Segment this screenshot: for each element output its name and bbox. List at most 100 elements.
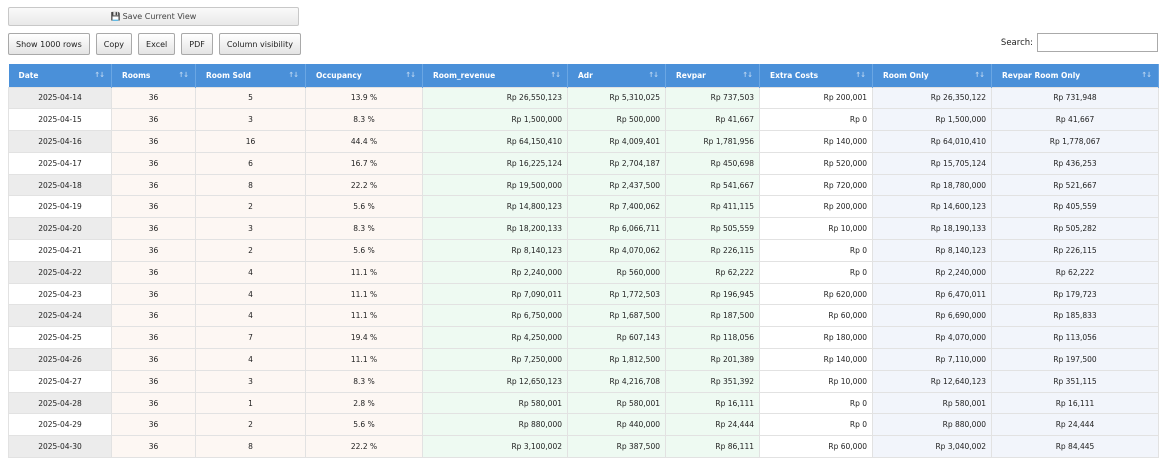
sort-icon: ↑↓: [178, 71, 189, 79]
revpar-room-only-cell: Rp 521,667: [991, 173, 1159, 197]
room-only-cell: Rp 4,070,000: [872, 326, 992, 350]
column-header-rooms[interactable]: Rooms ↑↓: [111, 64, 196, 87]
adr-cell: Rp 387,500: [567, 435, 666, 459]
occupancy-cell: 8.3 %: [305, 108, 423, 132]
table-row[interactable]: 2025-04-17 36 6 16.7 % Rp 16,225,124 Rp 2,704…: [8, 151, 1159, 175]
sort-icon: ↑↓: [288, 71, 299, 79]
show-1000-rows-button[interactable]: Show 1000 rows: [8, 33, 90, 55]
adr-cell: Rp 7,400,062: [567, 195, 666, 219]
floppy-disk-icon: 💾: [110, 12, 121, 21]
room-sold-cell: 7: [195, 326, 306, 350]
adr-cell: Rp 5,310,025: [567, 86, 666, 110]
occupancy-cell: 44.4 %: [305, 130, 423, 153]
search-input[interactable]: [1037, 33, 1158, 52]
revpar-cell: Rp 411,115: [665, 195, 760, 219]
adr-cell: Rp 4,216,708: [567, 369, 666, 393]
date-cell: 2025-04-24: [8, 304, 112, 328]
adr-cell: Rp 1,687,500: [567, 304, 666, 328]
revpar-cell: Rp 41,667: [665, 108, 760, 132]
extra-costs-cell: Rp 140,000: [759, 130, 873, 153]
date-cell: 2025-04-28: [8, 391, 112, 415]
table-row[interactable]: 2025-04-28 36 1 2.8 % Rp 580,001 Rp 580,001 Rp…: [8, 391, 1159, 415]
room-only-cell: Rp 7,110,000: [872, 348, 992, 371]
column-header-room-sold[interactable]: Room Sold ↑↓: [195, 64, 306, 87]
rooms-cell: 36: [111, 304, 196, 328]
room-sold-cell: 3: [195, 108, 306, 132]
column-visibility-button[interactable]: Column visibility: [218, 33, 301, 55]
table-row[interactable]: 2025-04-25 36 7 19.4 % Rp 4,250,000 Rp 607,14…: [8, 326, 1159, 350]
table-row[interactable]: 2025-04-14 36 5 13.9 % Rp 26,550,123 Rp 5,310…: [8, 86, 1159, 110]
room-sold-cell: 4: [195, 304, 306, 328]
adr-cell: Rp 607,143: [567, 326, 666, 350]
column-header-revpar[interactable]: Revpar ↑↓: [665, 64, 760, 87]
room-only-cell: Rp 8,140,123: [872, 239, 992, 262]
rooms-cell: 36: [111, 195, 196, 219]
revpar-cell: Rp 351,392: [665, 369, 760, 393]
revpar-room-only-cell: Rp 113,056: [991, 326, 1159, 350]
column-header-revpar-room-only[interactable]: Revpar Room Only ↑↓: [991, 64, 1159, 87]
table-row[interactable]: 2025-04-19 36 2 5.6 % Rp 14,800,123 Rp 7,400,…: [8, 195, 1159, 219]
revpar-room-only-cell: Rp 1,778,067: [991, 130, 1159, 153]
room-revenue-cell: Rp 7,090,011: [422, 282, 568, 306]
room-sold-cell: 2: [195, 239, 306, 262]
room-only-cell: Rp 26,350,122: [872, 86, 992, 110]
table-row[interactable]: 2025-04-16 36 16 44.4 % Rp 64,150,410 Rp 4,00…: [8, 130, 1159, 153]
revpar-room-only-cell: Rp 505,282: [991, 217, 1159, 241]
revpar-room-only-cell: Rp 405,559: [991, 195, 1159, 219]
occupancy-cell: 22.2 %: [305, 173, 423, 197]
rooms-cell: 36: [111, 391, 196, 415]
table-row[interactable]: 2025-04-22 36 4 11.1 % Rp 2,240,000 Rp 560,00…: [8, 260, 1159, 284]
revpar-room-only-cell: Rp 16,111: [991, 391, 1159, 415]
occupancy-cell: 13.9 %: [305, 86, 423, 110]
room-sold-cell: 4: [195, 260, 306, 284]
sort-icon: ↑↓: [855, 71, 866, 79]
revpar-cell: Rp 201,389: [665, 348, 760, 371]
table-row[interactable]: 2025-04-27 36 3 8.3 % Rp 12,650,123 Rp 4,216,…: [8, 369, 1159, 393]
room-sold-cell: 8: [195, 173, 306, 197]
room-revenue-cell: Rp 14,800,123: [422, 195, 568, 219]
table-row[interactable]: 2025-04-18 36 8 22.2 % Rp 19,500,000 Rp 2,437…: [8, 173, 1159, 197]
column-header-occupancy[interactable]: Occupancy ↑↓: [305, 64, 423, 87]
room-revenue-cell: Rp 6,750,000: [422, 304, 568, 328]
sort-icon: ↑↓: [405, 71, 416, 79]
adr-cell: Rp 4,070,062: [567, 239, 666, 262]
column-header-room-only[interactable]: Room Only ↑↓: [872, 64, 992, 87]
column-header-adr[interactable]: Adr ↑↓: [567, 64, 666, 87]
column-header-date[interactable]: Date ↑↓: [8, 64, 112, 87]
revpar-cell: Rp 226,115: [665, 239, 760, 262]
room-sold-cell: 4: [195, 282, 306, 306]
table-row[interactable]: 2025-04-21 36 2 5.6 % Rp 8,140,123 Rp 4,070,0…: [8, 239, 1159, 262]
room-revenue-cell: Rp 1,500,000: [422, 108, 568, 132]
date-cell: 2025-04-18: [8, 173, 112, 197]
save-current-view-button[interactable]: 💾 Save Current View: [8, 7, 299, 26]
search-box: Search:: [1001, 33, 1158, 52]
extra-costs-cell: Rp 10,000: [759, 369, 873, 393]
table-row[interactable]: 2025-04-30 36 8 22.2 % Rp 3,100,002 Rp 387,50…: [8, 435, 1159, 459]
room-sold-cell: 6: [195, 151, 306, 175]
table-row[interactable]: 2025-04-29 36 2 5.6 % Rp 880,000 Rp 440,000 Rp…: [8, 413, 1159, 437]
table-row[interactable]: 2025-04-26 36 4 11.1 % Rp 7,250,000 Rp 1,812,…: [8, 348, 1159, 371]
table-row[interactable]: 2025-04-15 36 3 8.3 % Rp 1,500,000 Rp 500,000…: [8, 108, 1159, 132]
revpar-cell: Rp 196,945: [665, 282, 760, 306]
date-cell: 2025-04-20: [8, 217, 112, 241]
excel-button[interactable]: Excel: [138, 33, 176, 55]
table-row[interactable]: 2025-04-20 36 3 8.3 % Rp 18,200,133 Rp 6,066,…: [8, 217, 1159, 241]
column-header-extra-costs[interactable]: Extra Costs ↑↓: [759, 64, 873, 87]
room-only-cell: Rp 64,010,410: [872, 130, 992, 153]
table-row[interactable]: 2025-04-24 36 4 11.1 % Rp 6,750,000 Rp 1,687,…: [8, 304, 1159, 328]
rooms-cell: 36: [111, 239, 196, 262]
revpar-room-only-cell: Rp 226,115: [991, 239, 1159, 262]
copy-button[interactable]: Copy: [95, 33, 133, 55]
rooms-cell: 36: [111, 435, 196, 459]
revpar-cell: Rp 62,222: [665, 260, 760, 284]
rooms-cell: 36: [111, 173, 196, 197]
room-sold-cell: 2: [195, 413, 306, 437]
data-table: Date ↑↓ Rooms ↑↓ Room Sold ↑↓ Occupancy ↑↓ R…: [8, 64, 1159, 459]
table-header-row: Date ↑↓ Rooms ↑↓ Room Sold ↑↓ Occupancy ↑↓ R…: [8, 64, 1159, 87]
column-header-room-revenue[interactable]: Room_revenue ↑↓: [422, 64, 568, 87]
room-revenue-cell: Rp 8,140,123: [422, 239, 568, 262]
rooms-cell: 36: [111, 369, 196, 393]
room-sold-cell: 2: [195, 195, 306, 219]
pdf-button[interactable]: PDF: [181, 33, 213, 55]
table-row[interactable]: 2025-04-23 36 4 11.1 % Rp 7,090,011 Rp 1,772,…: [8, 282, 1159, 306]
